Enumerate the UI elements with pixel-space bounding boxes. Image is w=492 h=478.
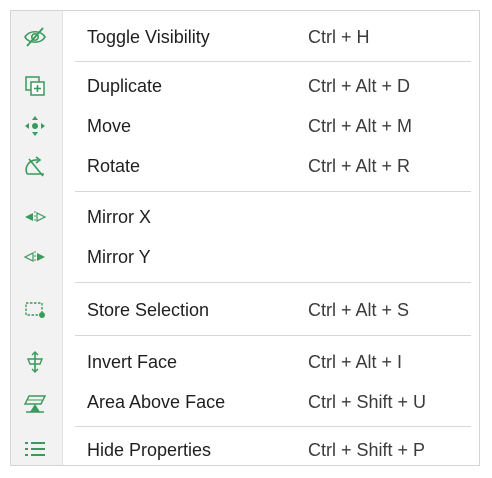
invert-face-icon [21,348,49,376]
menu-item-hide-properties[interactable]: Hide Properties Ctrl + Shift + P [11,430,479,470]
store-selection-icon [21,296,49,324]
duplicate-icon [21,72,49,100]
menu-item-duplicate[interactable]: Duplicate Ctrl + Alt + D [11,66,479,106]
menu-item-label: Store Selection [87,300,210,320]
menu-item-label: Mirror X [87,207,151,227]
menu-item-label: Hide Properties [87,440,212,460]
menu-item-label: Duplicate [87,76,163,96]
menu-item-shortcut: Ctrl + H [308,27,370,47]
menu-item-shortcut: Ctrl + Alt + I [308,352,403,372]
menu-item-label: Mirror Y [87,247,151,267]
rotate-icon [21,152,49,180]
move-arrows-icon [21,112,49,140]
menu-item-shortcut: Ctrl + Shift + U [308,392,427,412]
separator [75,426,471,427]
menu-item-shortcut: Ctrl + Alt + D [308,76,411,96]
menu-item-shortcut: Ctrl + Alt + R [308,156,411,176]
menu-item-store-selection[interactable]: Store Selection Ctrl + Alt + S [11,290,479,330]
area-above-face-icon [21,388,49,416]
menu-item-label: Rotate [87,156,141,176]
menu-item-toggle-visibility[interactable]: Toggle Visibility Ctrl + H [11,17,479,57]
separator [75,191,471,192]
menu-item-shortcut: Ctrl + Shift + P [308,440,426,460]
menu-item-mirror-x[interactable]: Mirror X [11,197,479,237]
separator [75,335,471,336]
menu-item-mirror-y[interactable]: Mirror Y [11,237,479,277]
menu-item-rotate[interactable]: Rotate Ctrl + Alt + R [11,146,479,186]
mirror-x-icon [21,203,49,231]
separator [75,61,471,62]
menu-item-move[interactable]: Move Ctrl + Alt + M [11,106,479,146]
menu-item-label: Toggle Visibility [87,27,210,47]
menu-item-label: Invert Face [87,352,178,372]
menu-item-area-above-face[interactable]: Area Above Face Ctrl + Shift + U [11,382,479,422]
menu-item-label: Area Above Face [87,392,226,412]
separator [75,282,471,283]
list-icon [21,436,49,464]
menu-item-invert-face[interactable]: Invert Face Ctrl + Alt + I [11,342,479,382]
eye-slash-icon [21,23,49,51]
menu-item-label: Move [87,116,132,136]
context-menu: Toggle Visibility Ctrl + H Duplicate Ctr… [10,10,480,466]
mirror-y-icon [21,243,49,271]
menu-item-shortcut: Ctrl + Alt + S [308,300,410,320]
menu-item-shortcut: Ctrl + Alt + M [308,116,413,136]
